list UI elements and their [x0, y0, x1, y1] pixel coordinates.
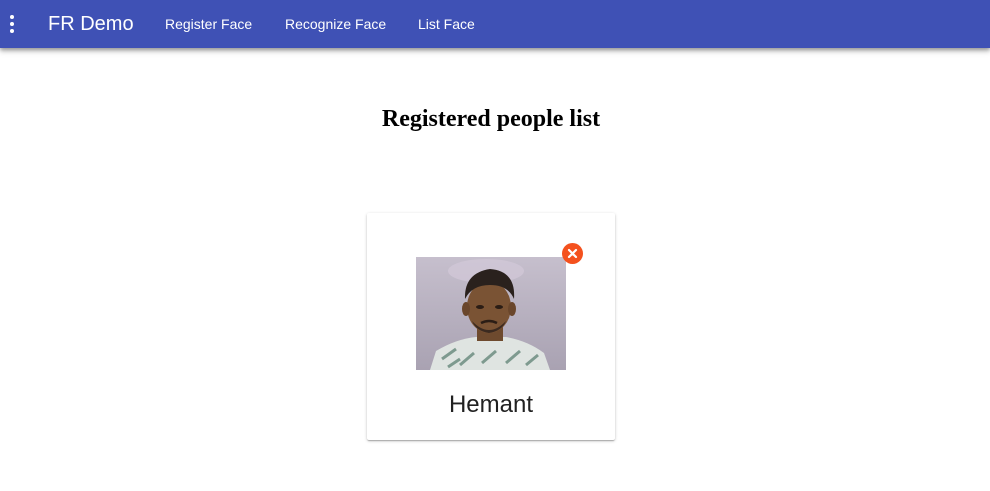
person-card: Hemant [367, 213, 615, 440]
app-title[interactable]: FR Demo [48, 12, 134, 36]
remove-person-button[interactable] [562, 243, 583, 264]
person-photo-image [416, 257, 566, 370]
close-circle-icon [567, 248, 578, 259]
menu-dot [10, 29, 14, 33]
menu-dot [10, 22, 14, 26]
more-vert-icon[interactable] [0, 8, 24, 40]
nav-register-face[interactable]: Register Face [165, 15, 252, 33]
nav-recognize-face[interactable]: Recognize Face [285, 15, 386, 33]
app-bar: FR Demo Register Face Recognize Face Lis… [0, 0, 990, 48]
menu-dot [10, 15, 14, 19]
page-title: Registered people list [381, 106, 601, 132]
person-photo [416, 257, 566, 370]
nav-list-face[interactable]: List Face [418, 15, 475, 33]
person-name: Hemant [448, 391, 534, 418]
